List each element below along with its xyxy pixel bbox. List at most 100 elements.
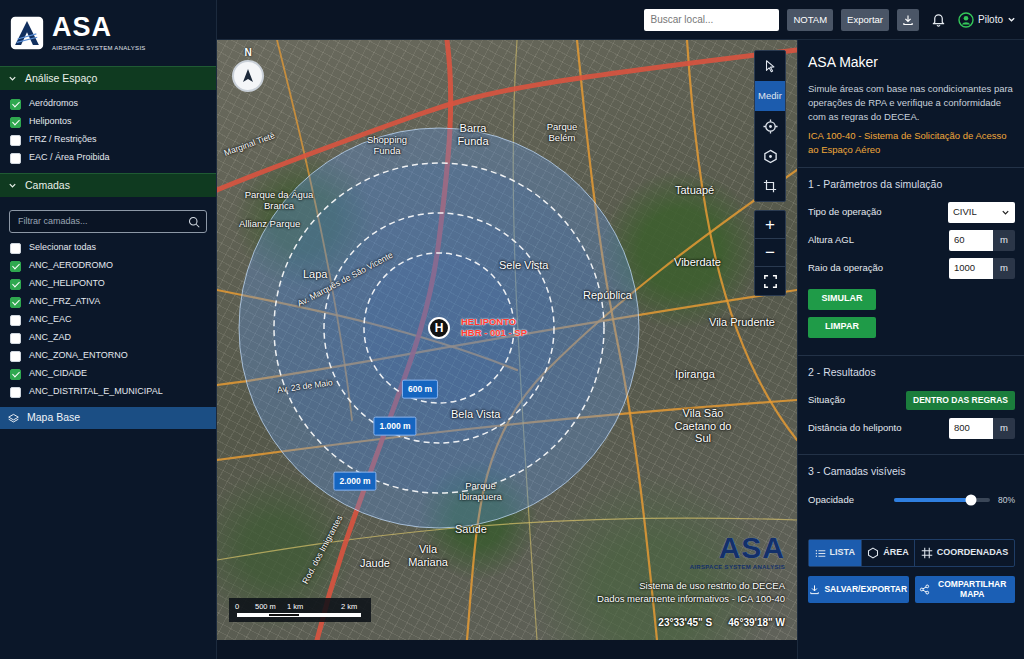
number-field[interactable]: m — [949, 418, 1015, 439]
checkbox-row[interactable]: Aeródromos — [0, 95, 216, 113]
notam-button[interactable]: NOTAM — [787, 9, 833, 31]
logo-tagline: AIRSPACE SYSTEM ANALYSIS — [52, 44, 146, 53]
fullscreen-button[interactable] — [755, 267, 785, 295]
simulate-button[interactable]: SIMULAR — [808, 289, 876, 310]
checkbox[interactable] — [10, 243, 21, 254]
checkbox[interactable] — [10, 117, 21, 128]
checkbox-row[interactable]: ANC_EAC — [0, 311, 216, 329]
map-tool-button[interactable] — [755, 51, 785, 81]
unit-label: m — [993, 230, 1015, 251]
opacity-label: Opacidade — [808, 493, 854, 507]
checkbox-row[interactable]: ANC_AERODROMO — [0, 257, 216, 275]
compass[interactable]: N — [231, 48, 265, 92]
unit-label: m — [993, 258, 1015, 279]
locate-icon — [763, 119, 778, 134]
status-badge: DENTRO DAS REGRAS — [906, 391, 1015, 410]
section-header[interactable]: Camadas — [0, 173, 216, 197]
view-tabs: LISTAÁREACOORDENADAS — [808, 539, 1015, 567]
checkbox-row[interactable]: Selecionar todas — [0, 239, 216, 257]
section-title: Camadas — [25, 178, 70, 194]
checkbox-row[interactable]: FRZ / Restrições — [0, 131, 216, 149]
map-label-text: Barra Funda — [457, 122, 488, 147]
map-label: Shopping Funda — [357, 135, 417, 157]
watermark: ASA AIRSPACE SYSTEM ANALYSIS Sistema de … — [597, 533, 785, 630]
number-field[interactable]: m — [949, 258, 1015, 279]
checkbox[interactable] — [10, 135, 21, 146]
checkbox[interactable] — [10, 279, 21, 290]
view-tab[interactable]: ÁREA — [861, 540, 915, 566]
checkbox-row[interactable]: ANC_ZAD — [0, 329, 216, 347]
zoom-out-button[interactable]: − — [755, 239, 785, 267]
map-label-text: Shopping Funda — [367, 134, 407, 156]
base-map-label: Mapa Base — [27, 410, 80, 426]
map-label-text: Vila São Caetano do Sul — [675, 407, 732, 444]
checkbox[interactable] — [10, 351, 21, 362]
checkbox[interactable] — [10, 315, 21, 326]
checkbox-row[interactable]: ANC_DISTRITAL_E_MUNICIPAL — [0, 383, 216, 401]
checkbox-row[interactable]: ANC_ZONA_ENTORNO — [0, 347, 216, 365]
checkbox-label: ANC_ZAD — [29, 331, 71, 345]
checkbox-row[interactable]: ANC_HELIPONTO — [0, 275, 216, 293]
map-label-text: Tatuapé — [675, 184, 714, 196]
checkbox[interactable] — [10, 387, 21, 398]
map-label-text: Saúde — [455, 523, 487, 535]
top-bar: NOTAM Exportar Piloto — [217, 0, 1024, 40]
user-icon — [958, 12, 974, 28]
view-tab[interactable]: COORDENADAS — [914, 540, 1014, 566]
section-header[interactable]: Análise Espaço — [0, 66, 216, 90]
operation-select[interactable]: CIVIL — [948, 202, 1015, 223]
map-tool-button[interactable] — [755, 171, 785, 201]
zoom-in-button[interactable]: + — [755, 211, 785, 239]
number-field[interactable]: m — [949, 230, 1015, 251]
checkbox-label: ANC_EAC — [29, 313, 72, 327]
logo[interactable]: ASA AIRSPACE SYSTEM ANALYSIS — [0, 0, 216, 66]
map-tool-button[interactable] — [755, 141, 785, 171]
notifications-button[interactable] — [927, 12, 950, 27]
checkbox-row[interactable]: ANC_CIDADE — [0, 365, 216, 383]
map-label: Allianz Parque — [239, 219, 300, 230]
user-menu[interactable]: Piloto — [958, 12, 1018, 28]
opacity-slider[interactable] — [894, 498, 990, 502]
opacity-reading: 80% — [998, 494, 1015, 507]
map-tool-button[interactable]: Medir — [755, 81, 785, 111]
number-input[interactable] — [949, 418, 993, 439]
map[interactable]: Marginal TietêShopping FundaParque da Ág… — [217, 40, 797, 640]
checkbox[interactable] — [10, 297, 21, 308]
checkbox[interactable] — [10, 333, 21, 344]
unit-label: m — [993, 418, 1015, 439]
map-tool-button[interactable] — [755, 111, 785, 141]
search-input[interactable] — [644, 9, 779, 31]
save-button[interactable]: SALVAR/EXPORTAR — [808, 576, 909, 603]
action-label: SALVAR/EXPORTAR — [824, 585, 907, 595]
view-tab[interactable]: LISTA — [809, 540, 861, 566]
checkbox-row[interactable]: ANC_FRZ_ATIVA — [0, 293, 216, 311]
number-input[interactable] — [949, 258, 993, 279]
map-label-text: Parque Belém — [547, 121, 578, 143]
share-icon — [919, 584, 930, 595]
checkbox-row[interactable]: EAC / Área Proibida — [0, 149, 216, 167]
map-label-text: Allianz Parque — [239, 218, 300, 229]
heliport-code: HBR - 001 - SP — [461, 327, 527, 338]
bell-icon — [931, 12, 946, 27]
latitude: 23°33'45" S — [658, 615, 712, 630]
checkbox-row[interactable]: Helipontos — [0, 113, 216, 131]
checkbox[interactable] — [10, 153, 21, 164]
number-input[interactable] — [949, 230, 993, 251]
heliport-marker[interactable]: H — [428, 317, 450, 339]
clear-button[interactable]: LIMPAR — [808, 317, 876, 338]
base-map-item[interactable]: Mapa Base — [0, 407, 216, 429]
checkbox[interactable] — [10, 261, 21, 272]
map-label: Saúde — [455, 523, 487, 536]
checkbox[interactable] — [10, 369, 21, 380]
export-button[interactable]: Exportar — [841, 9, 889, 31]
reference-link[interactable]: ICA 100-40 - Sistema de Solicitação de A… — [808, 129, 1015, 157]
checkbox[interactable] — [10, 99, 21, 110]
map-label: Barra Funda — [453, 122, 493, 147]
filter-field — [9, 210, 207, 233]
download-button[interactable] — [897, 9, 919, 31]
opacity-handle[interactable] — [965, 495, 976, 506]
filter-input[interactable] — [16, 214, 188, 230]
share-button[interactable]: COMPARTILHAR MAPA — [915, 576, 1016, 603]
watermark-name: ASA — [597, 533, 785, 563]
map-label: Parque Ibirapuera — [453, 481, 508, 503]
